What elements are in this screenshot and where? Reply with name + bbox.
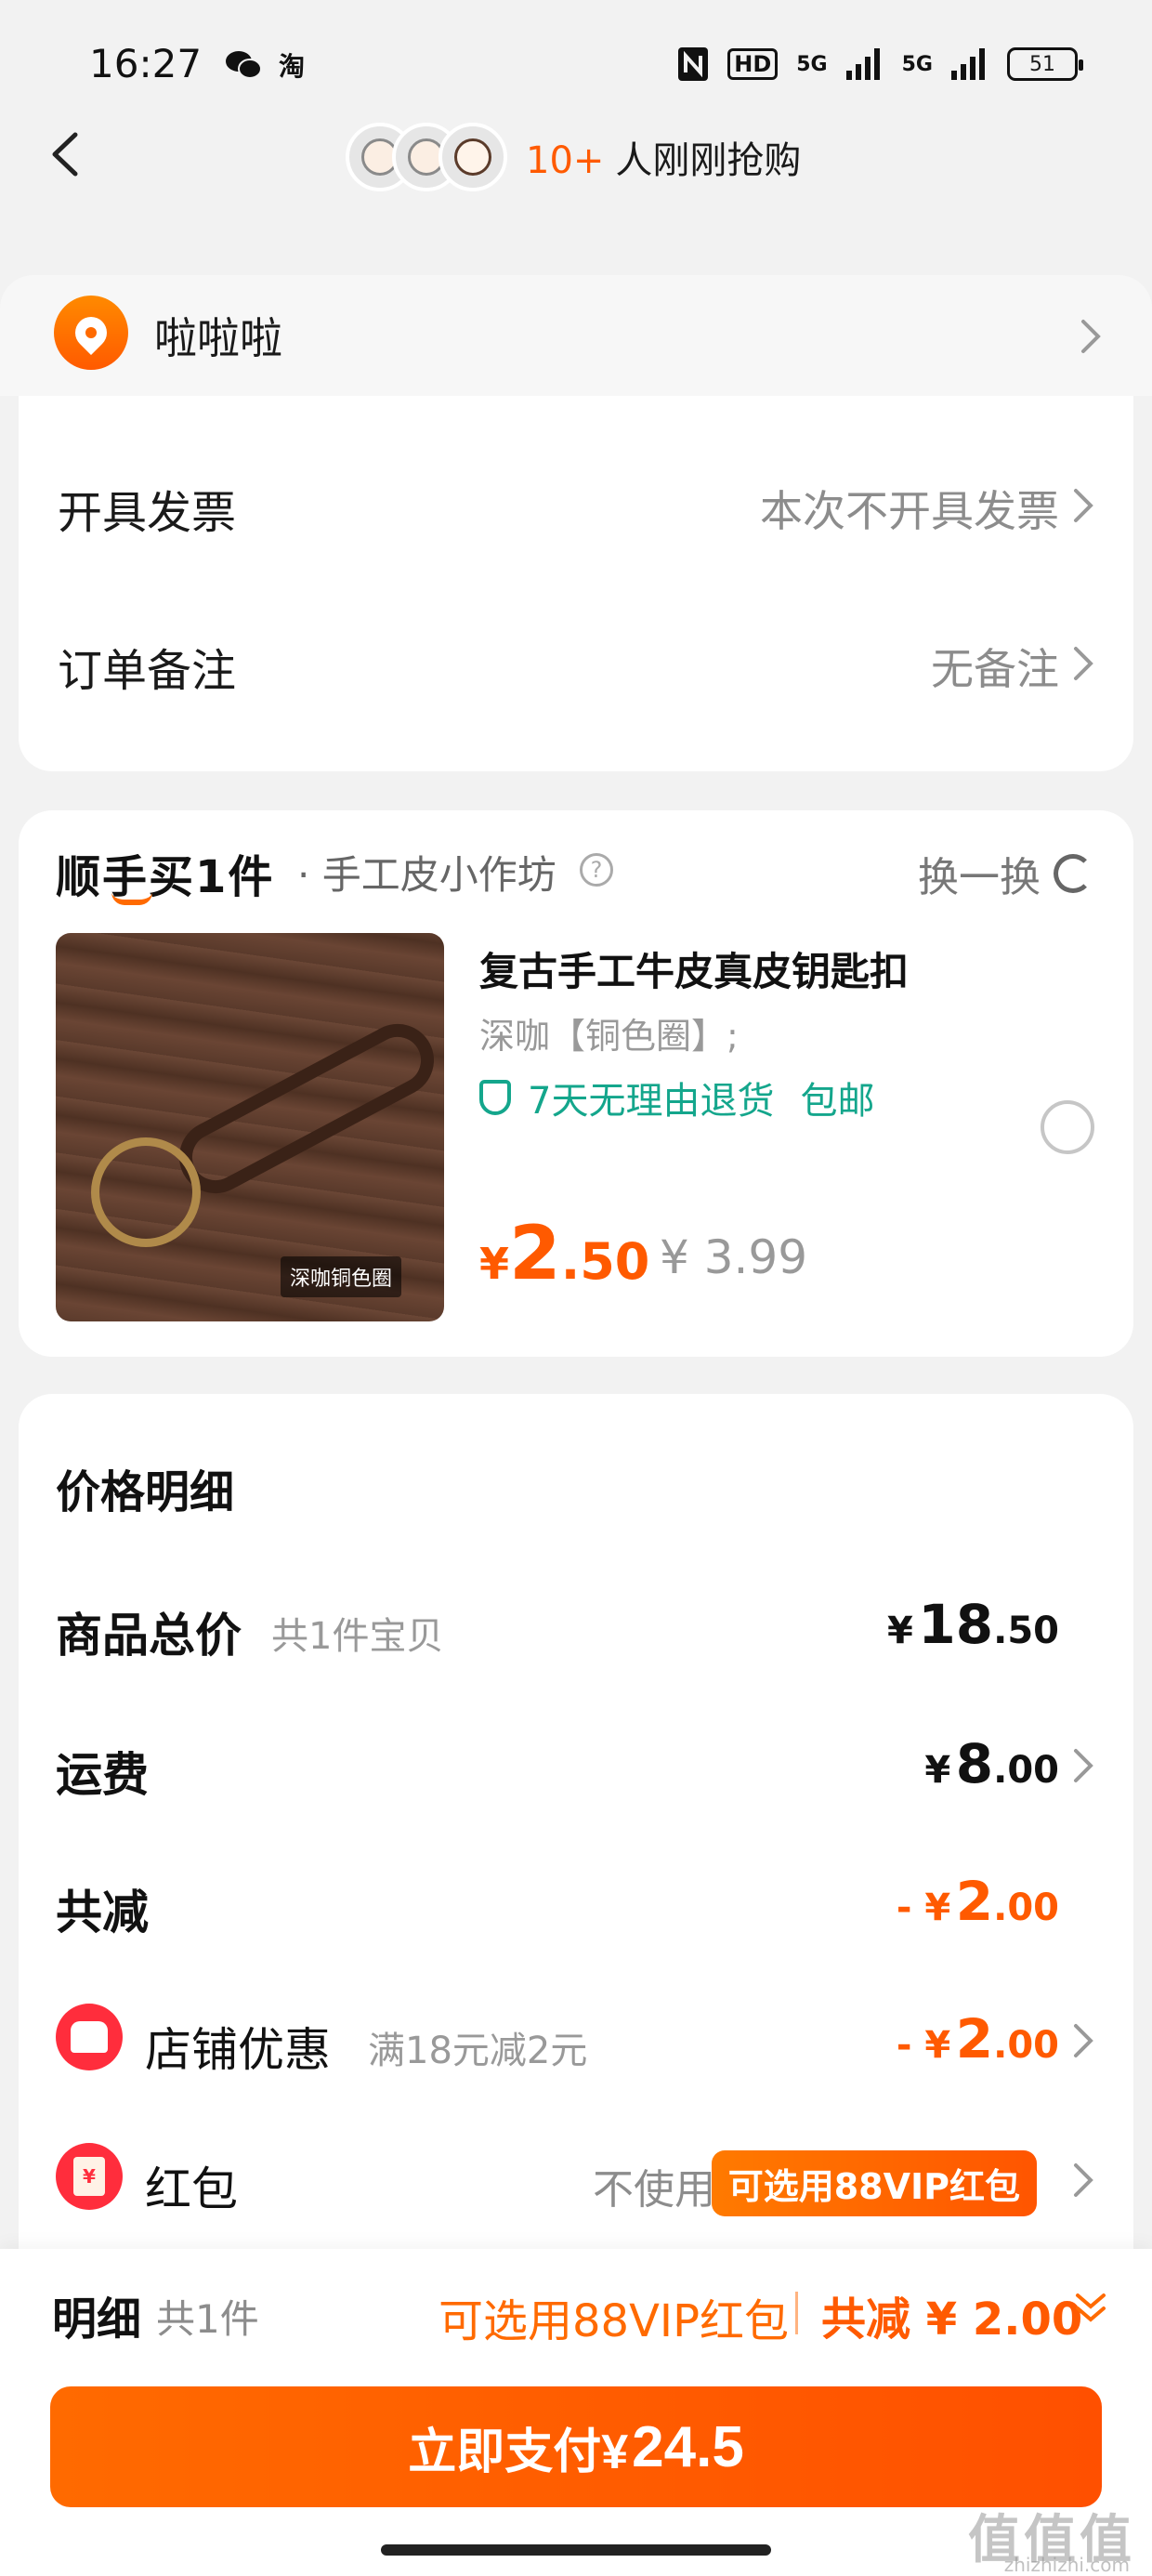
invoice-value: 本次不开具发票 (760, 486, 1059, 536)
total-savings: 共减 ¥ 2.00 (821, 2293, 1083, 2346)
red-packet-icon: ¥ (56, 2143, 123, 2210)
service-shipping: 包邮 (800, 1080, 875, 1123)
addon-card: 顺手买1件 · 手工皮小作坊 ? 换一换 深咖铜色圈 复古手工牛皮真皮钥匙扣 深… (19, 810, 1133, 1357)
discount-row: 共减 - ¥ 2.00 (56, 1866, 1096, 1940)
chevron-left-icon (52, 132, 78, 177)
nav-bar: 10+ 人刚刚抢购 (0, 102, 1152, 223)
product-original-price: ¥ 3.99 (660, 1230, 808, 1284)
chevron-right-icon (1074, 1749, 1093, 1782)
discount-amount: - ¥ 2.00 (896, 1870, 1059, 1933)
service-return: 7天无理由退货 (528, 1080, 775, 1123)
discount-label: 共减 (56, 1886, 149, 1939)
product-spec: 深咖【铜色圈】; (479, 1016, 739, 1057)
note-row[interactable]: 订单备注 无备注 (19, 615, 1133, 708)
status-right-icons: HD 5G 5G 51 (677, 46, 1083, 82)
pay-now-button[interactable]: 立即支付¥ 24.5 (50, 2386, 1102, 2507)
addon-shop-name: · 手工皮小作坊 (297, 852, 556, 898)
store-icon (56, 2004, 123, 2070)
product-services: 7天无理由退货 包邮 (479, 1071, 874, 1124)
back-button[interactable] (37, 126, 93, 182)
status-time: 16:27 (89, 41, 203, 86)
price-detail-card: 价格明细 商品总价 共1件宝贝 ¥ 18.50 运费 ¥ 8.00 共减 - ¥… (19, 1394, 1133, 2323)
taobao-icon: 淘 (279, 51, 306, 82)
order-options-card: 开具发票 本次不开具发票 订单备注 无备注 (19, 396, 1133, 771)
swap-label: 换一换 (918, 854, 1041, 901)
shield-check-icon (479, 1080, 511, 1115)
battery-icon: 51 (1007, 47, 1083, 81)
addon-brand: 顺手买1件 (56, 851, 275, 903)
goods-total-label: 商品总价 (56, 1609, 242, 1663)
shipping-label: 运费 (56, 1748, 149, 1802)
price-decimal: .50 (560, 1232, 650, 1291)
store-promo-row[interactable]: 店铺优惠 满18元减2元 - ¥ 2.00 (56, 2004, 1096, 2078)
goods-total-row: 商品总价 共1件宝贝 ¥ 18.50 (56, 1589, 1096, 1663)
goods-total-sub: 共1件宝贝 (271, 1615, 444, 1658)
item-count: 共1件 (156, 2296, 259, 2342)
recent-buyers-text: 10+ 人刚刚抢购 (526, 130, 801, 184)
redpacket-value: 不使用 (593, 2166, 715, 2214)
hd-icon: HD (727, 48, 779, 80)
wechat-icon (226, 51, 262, 79)
recent-buyers: 10+ 人刚刚抢购 (346, 123, 801, 191)
chevron-right-icon (1074, 489, 1093, 522)
pay-label: 立即支付¥ (408, 2425, 629, 2479)
signal-bars-icon (845, 48, 880, 80)
chevron-right-icon (1074, 2024, 1093, 2057)
redpacket-row[interactable]: ¥ 红包 不使用 可选用88VIP红包 (56, 2143, 1096, 2217)
location-pin-icon (54, 296, 128, 370)
invoice-label: 开具发票 (58, 487, 237, 539)
refresh-icon (1054, 854, 1093, 893)
store-promo-sub: 满18元减2元 (368, 2030, 588, 2072)
battery-level: 51 (1029, 52, 1055, 76)
store-promo-amount: - ¥ 2.00 (896, 2007, 1059, 2070)
goods-total-amount: ¥ 18.50 (887, 1593, 1059, 1656)
chevron-right-icon (1074, 647, 1093, 680)
buyers-label: 人刚刚抢购 (615, 139, 802, 182)
addon-select-radio[interactable] (1041, 1100, 1094, 1154)
shipping-amount: ¥ 8.00 (924, 1732, 1059, 1795)
status-left-icons: 淘 (225, 46, 305, 84)
5g-signal-icon-2: 5G (901, 52, 933, 76)
watermark-sub: zhizhizhi.com (1003, 2554, 1130, 2576)
pay-amount: 24.5 (632, 2414, 744, 2479)
product-image[interactable]: 深咖铜色圈 (56, 933, 444, 1321)
note-value: 无备注 (931, 644, 1059, 694)
signal-bars-icon-2 (951, 48, 985, 80)
price-detail-title: 价格明细 (56, 1466, 235, 1518)
nfc-icon (678, 47, 709, 81)
redpacket-label: 红包 (145, 2162, 238, 2216)
note-label: 订单备注 (58, 645, 237, 697)
vip-hint[interactable]: 可选用88VIP红包 (439, 2284, 789, 2349)
product-image-tag: 深咖铜色圈 (281, 1256, 402, 1297)
price-integer: 2 (509, 1210, 561, 1296)
product-title[interactable]: 复古手工牛皮真皮钥匙扣 (479, 940, 909, 997)
help-icon[interactable]: ? (580, 853, 613, 887)
shipping-row[interactable]: 运费 ¥ 8.00 (56, 1728, 1096, 1803)
product-price: ¥2.50 (479, 1210, 649, 1296)
partial-hidden-text (873, 377, 1078, 411)
divider (795, 2292, 798, 2334)
avatar (439, 123, 507, 191)
5g-signal-icon: 5G (796, 52, 828, 76)
detail-toggle[interactable]: 明细 (52, 2282, 141, 2347)
swap-button[interactable]: 换一换 (918, 844, 1093, 903)
chevron-right-icon (1074, 2163, 1093, 2197)
store-promo-label: 店铺优惠 (145, 2023, 331, 2077)
chevron-double-down-icon[interactable] (1070, 2288, 1111, 2329)
address-name: 啦啦啦 (154, 313, 282, 363)
invoice-row[interactable]: 开具发票 本次不开具发票 (19, 457, 1133, 550)
vip-redpacket-badge[interactable]: 可选用88VIP红包 (711, 2150, 1037, 2216)
price-currency: ¥ (479, 1239, 510, 1289)
buyers-count: 10+ (526, 139, 605, 182)
home-indicator[interactable] (381, 2544, 771, 2556)
chevron-right-icon (1081, 320, 1101, 353)
